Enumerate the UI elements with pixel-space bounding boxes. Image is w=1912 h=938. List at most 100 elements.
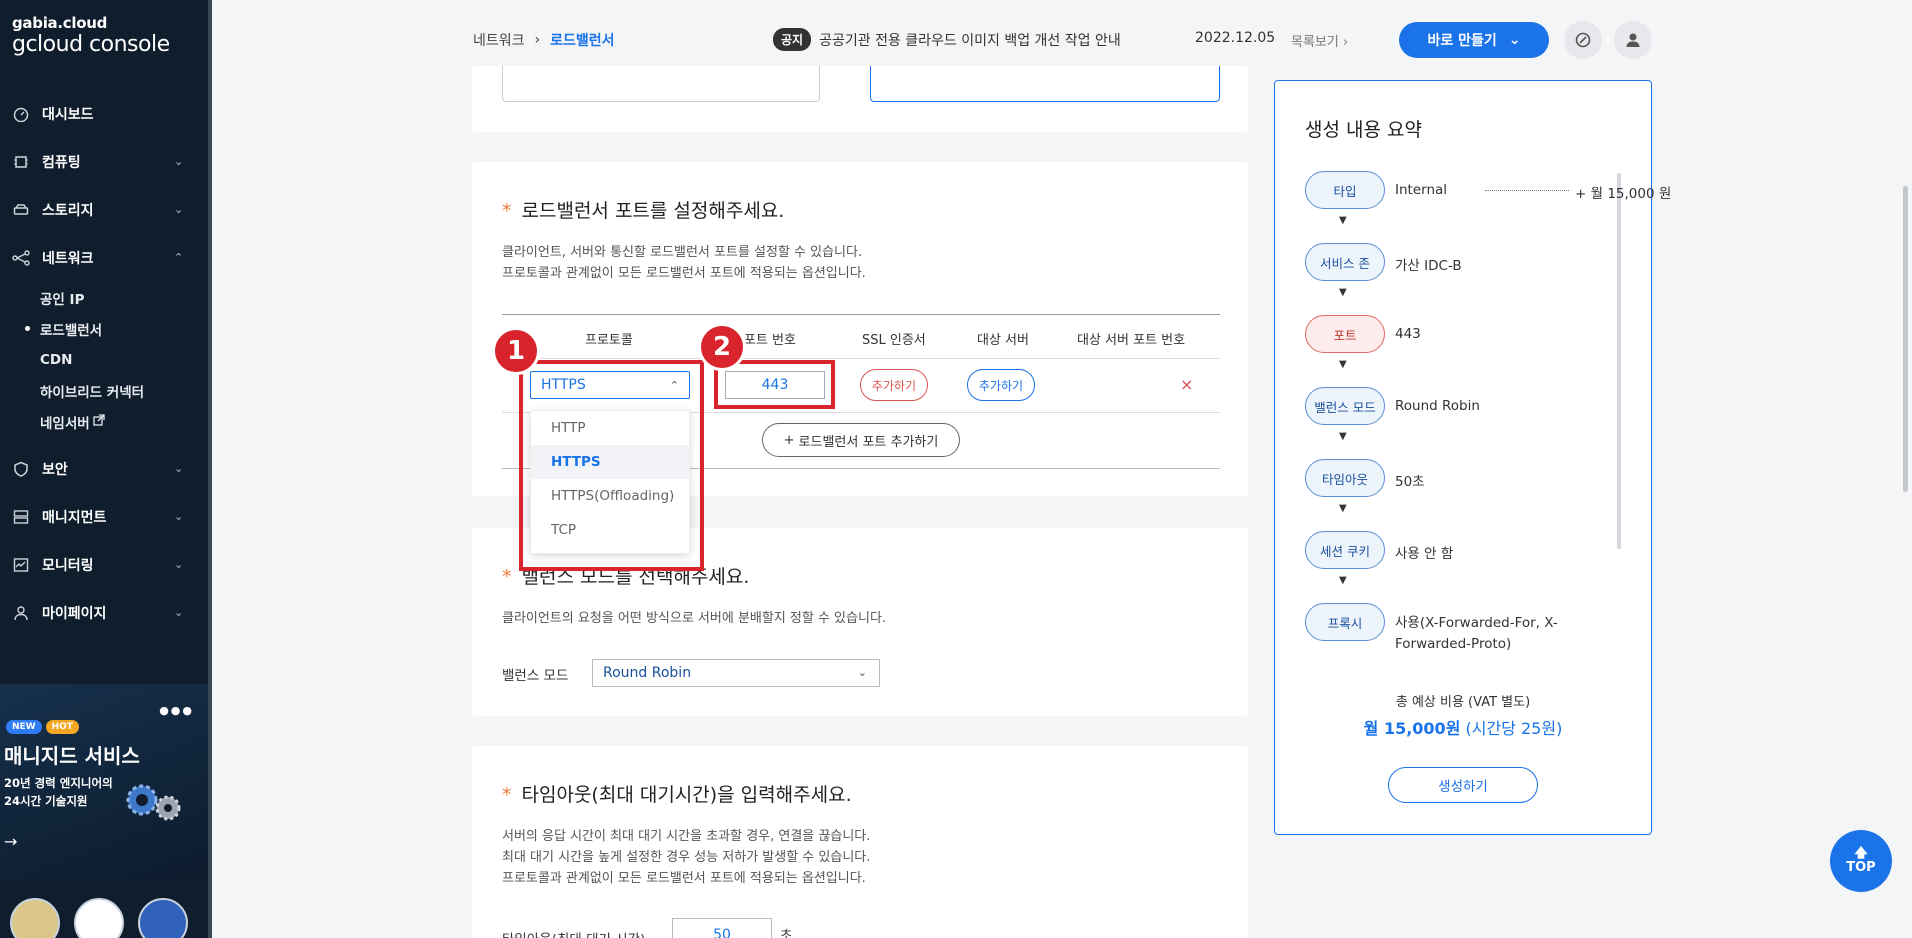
summary-chip[interactable]: 세션 쿠키 — [1305, 531, 1385, 569]
annotation-number-1: 1 — [492, 327, 540, 375]
add-port-button[interactable]: + 로드밸런서 포트 추가하기 — [762, 423, 960, 457]
add-ssl-button[interactable]: 추가하기 — [860, 369, 928, 401]
sidebar: gabia.cloud gcloud console 대시보드 컴퓨팅 ⌄ 스토… — [0, 0, 212, 938]
quick-create-button[interactable]: 바로 만들기 ⌄ — [1399, 22, 1549, 58]
sidebar-item-label: 마이페이지 — [42, 606, 107, 622]
carousel-dots[interactable]: ●●● — [159, 704, 194, 717]
col-target: 대상 서버 — [977, 333, 1029, 348]
sidebar-item-monitoring[interactable]: 모니터링 ⌄ — [0, 541, 208, 589]
summary-chip[interactable]: 타입 — [1305, 171, 1385, 209]
create-button[interactable]: 생성하기 — [1388, 767, 1538, 803]
sidebar-subitem-cdn[interactable]: CDN — [40, 344, 208, 375]
breadcrumb-parent[interactable]: 네트워크 — [473, 30, 525, 50]
sidebar-subitem-load-balancer[interactable]: 로드밸런서 — [25, 313, 208, 344]
sidebar-item-storage[interactable]: 스토리지 ⌄ — [0, 186, 208, 234]
chevron-down-icon: ⌄ — [857, 666, 867, 679]
required-mark: * — [502, 784, 512, 806]
timeout-input[interactable]: 50 — [672, 918, 772, 938]
dashboard-icon — [12, 105, 30, 123]
timeout-section-title: * 타임아웃(최대 대기시간)을 입력해주세요. — [502, 780, 852, 807]
required-mark: * — [502, 566, 512, 588]
timeout-section-desc: 서버의 응답 시간이 최대 대기 시간을 초과할 경우, 연결을 끊습니다. 최… — [502, 826, 870, 889]
sidebar-item-security[interactable]: 보안 ⌄ — [0, 445, 208, 493]
summary-chip[interactable]: 포트 — [1305, 315, 1385, 353]
zone-option-selected[interactable] — [870, 66, 1220, 102]
zone-option[interactable] — [502, 66, 820, 102]
sidebar-item-label: 매니지먼트 — [42, 510, 107, 526]
breadcrumb-separator: › — [534, 32, 541, 48]
chevron-up-icon: ⌃ — [174, 251, 184, 264]
chevron-down-icon: ⌄ — [174, 155, 184, 168]
hot-badge: HOT — [45, 720, 79, 734]
promo-desc: 20년 경력 엔지니어의 24시간 기술지원 — [4, 774, 113, 810]
chevron-down-icon: ▼ — [1339, 287, 1347, 298]
page-scrollbar[interactable] — [1903, 186, 1908, 492]
chevron-down-icon: ⌄ — [174, 203, 184, 216]
port-section-desc: 클라이언트, 서버와 통신할 로드밸런서 포트를 설정할 수 있습니다. 프로토… — [502, 242, 866, 284]
summary-value: 사용(X-Forwarded-For, X-Forwarded-Proto) — [1395, 615, 1558, 652]
sidebar-item-management[interactable]: 매니지먼트 ⌄ — [0, 493, 208, 541]
annotation-number-2: 2 — [698, 323, 746, 371]
summary-chip[interactable]: 서비스 존 — [1305, 243, 1385, 281]
scroll-top-button[interactable]: 🡅 TOP — [1830, 830, 1892, 892]
new-badge: NEW — [6, 720, 42, 734]
sidebar-item-label: 대시보드 — [42, 107, 94, 123]
cert-badge-icon — [10, 898, 60, 938]
sidebar-item-dashboard[interactable]: 대시보드 — [0, 90, 208, 138]
close-icon[interactable]: × — [1180, 375, 1193, 394]
cost-sub: (시간당 25원) — [1465, 719, 1563, 738]
user-icon — [12, 604, 30, 622]
logo[interactable]: gabia.cloud gcloud console — [12, 14, 170, 57]
gears-icon — [122, 780, 186, 824]
summary-chip[interactable]: 밸런스 모드 — [1305, 387, 1385, 425]
sidebar-item-label: 컴퓨팅 — [42, 155, 81, 171]
chevron-down-icon: ⌄ — [1508, 32, 1521, 48]
sidebar-subitem-nameserver[interactable]: 네임서버 — [40, 406, 208, 437]
summary-value: 사용 안 함 — [1395, 546, 1454, 562]
chevron-down-icon: ⌄ — [174, 606, 184, 619]
add-target-button[interactable]: 추가하기 — [967, 369, 1035, 401]
sidebar-item-label: 보안 — [42, 462, 68, 478]
chevron-down-icon: ▼ — [1339, 503, 1347, 514]
balance-section-desc: 클라이언트의 요청을 어떤 방식으로 서버에 분배할지 정할 수 있습니다. — [502, 611, 887, 626]
promo-banner[interactable]: ●●● NEW HOT 매니지드 서비스 20년 경력 엔지니어의 24시간 기… — [0, 684, 208, 880]
timeout-title-text: 타임아웃(최대 대기시간)을 입력해주세요. — [521, 784, 852, 806]
sidebar-item-mypage[interactable]: 마이페이지 ⌄ — [0, 589, 208, 637]
sidebar-item-computing[interactable]: 컴퓨팅 ⌄ — [0, 138, 208, 186]
summary-value: 50초 — [1395, 474, 1425, 490]
quick-create-label: 바로 만들기 — [1427, 33, 1497, 49]
port-table-header: 프로토콜 포트 번호 SSL 인증서 대상 서버 대상 서버 포트 번호 — [502, 315, 1220, 359]
summary-scrollbar[interactable] — [1617, 173, 1621, 549]
notice-more-link[interactable]: 목록보기 › — [1291, 31, 1348, 50]
timeout-desc-line1: 서버의 응답 시간이 최대 대기 시간을 초과할 경우, 연결을 끊습니다. — [502, 829, 871, 844]
logo-top: gabia.cloud — [12, 14, 108, 32]
sidebar-scrollbar[interactable] — [208, 0, 212, 938]
arrow-right-icon[interactable]: → — [4, 832, 17, 851]
sidebar-item-network[interactable]: 네트워크 ⌃ — [0, 234, 208, 282]
top-label: TOP — [1846, 860, 1876, 875]
profile-icon[interactable] — [1614, 21, 1652, 59]
promo-badges: NEW HOT — [6, 720, 79, 734]
timeout-desc-line2: 최대 대기 시간을 높게 설정한 경우 성능 저하가 발생할 수 있습니다. — [502, 850, 871, 865]
chat-icon[interactable] — [1564, 21, 1602, 59]
chevron-down-icon: ▼ — [1339, 431, 1347, 442]
sidebar-subitem-public-ip[interactable]: 공인 IP — [40, 282, 208, 313]
summary-chip[interactable]: 프록시 — [1305, 603, 1385, 641]
timeout-section: * 타임아웃(최대 대기시간)을 입력해주세요. 서버의 응답 시간이 최대 대기… — [472, 746, 1248, 938]
sidebar-subitem-hybrid-connector[interactable]: 하이브리드 커넥터 — [40, 375, 208, 406]
cost-label: 총 예상 비용 (VAT 별도) — [1395, 695, 1531, 710]
nameserver-label: 네임서버 — [40, 415, 90, 432]
summary-chip[interactable]: 타임아웃 — [1305, 459, 1385, 497]
shield-icon — [12, 460, 30, 478]
cloud-service-cert-icon — [74, 898, 124, 938]
balance-mode-select[interactable]: Round Robin ⌄ — [592, 659, 880, 687]
cost-main: 월 15,000원 — [1363, 719, 1461, 738]
notice[interactable]: 공지 공공기관 전용 클라우드 이미지 백업 개선 작업 안내 — [773, 28, 1121, 51]
col-ssl: SSL 인증서 — [862, 333, 926, 348]
port-title-text: 로드밸런서 포트를 설정해주세요. — [521, 200, 785, 222]
management-icon — [12, 508, 30, 526]
network-icon — [12, 249, 30, 267]
network-submenu: 공인 IP 로드밸런서 CDN 하이브리드 커넥터 네임서버 — [0, 282, 208, 437]
summary-price: + 월 15,000 원 — [1575, 186, 1672, 202]
promo-line2: 24시간 기술지원 — [4, 794, 88, 808]
